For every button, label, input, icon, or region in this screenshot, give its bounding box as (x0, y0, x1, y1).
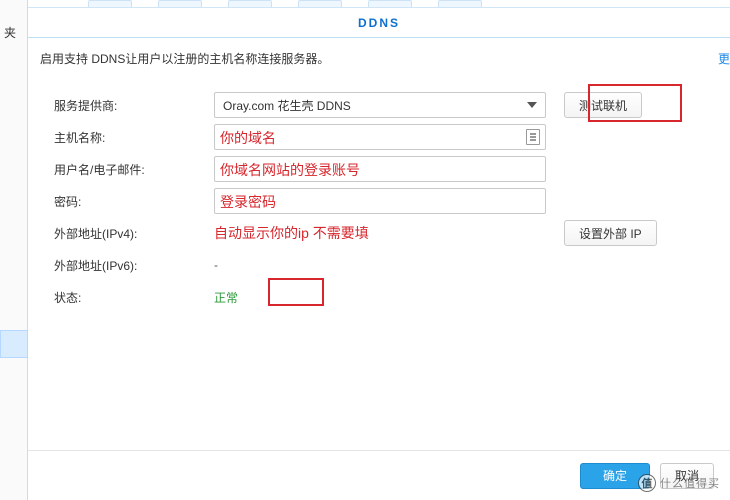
left-edge-fragment: 夹 (4, 24, 16, 41)
tab-stub (298, 0, 342, 7)
more-link[interactable]: 更 (718, 50, 730, 67)
ddns-dialog: 夹 DDNS 启用支持 DDNS让用户以注册的主机名称连接服务器。 更 服务提供… (0, 0, 730, 500)
row-hostname: 主机名称: 你的域名 (54, 122, 714, 152)
left-edge-selection (0, 330, 28, 358)
status-value: 正常 (214, 291, 238, 305)
set-external-ip-button[interactable]: 设置外部 IP (564, 220, 657, 246)
row-password: 密码: 登录密码 (54, 186, 714, 216)
user-label: 用户名/电子邮件: (54, 161, 214, 178)
keyboard-icon (526, 129, 540, 145)
row-status: 状态: 正常 (54, 282, 714, 312)
ok-button[interactable]: 确定 (580, 463, 650, 489)
ipv6-value: - (214, 258, 218, 272)
tab-stub (158, 0, 202, 7)
hostname-input[interactable] (214, 124, 546, 150)
row-ipv4: 外部地址(IPv4): 自动显示你的ip 不需要填 设置外部 IP (54, 218, 714, 248)
row-user: 用户名/电子邮件: 你域名网站的登录账号 (54, 154, 714, 184)
tab-stub (228, 0, 272, 7)
chevron-down-icon (527, 102, 537, 108)
left-edge-panel: 夹 (0, 0, 28, 500)
cancel-button[interactable]: 取消 (660, 463, 714, 489)
password-input[interactable] (214, 188, 546, 214)
status-label: 状态: (54, 289, 214, 306)
password-label: 密码: (54, 193, 214, 210)
provider-select[interactable]: Oray.com 花生壳 DDNS (214, 92, 546, 118)
ipv4-label: 外部地址(IPv4): (54, 225, 214, 242)
row-ipv6: 外部地址(IPv6): - (54, 250, 714, 280)
tab-stub (438, 0, 482, 7)
provider-label: 服务提供商: (54, 97, 214, 114)
dialog-header: DDNS (28, 8, 730, 38)
tab-strip (28, 0, 730, 8)
dialog-footer: 确定 取消 (28, 450, 730, 500)
row-provider: 服务提供商: Oray.com 花生壳 DDNS 测试联机 (54, 90, 714, 120)
dialog-title: DDNS (358, 16, 400, 30)
hostname-label: 主机名称: (54, 129, 214, 146)
ipv6-label: 外部地址(IPv6): (54, 257, 214, 274)
tab-stub (88, 0, 132, 7)
dialog-description: 启用支持 DDNS让用户以注册的主机名称连接服务器。 (40, 50, 329, 67)
ddns-form: 服务提供商: Oray.com 花生壳 DDNS 测试联机 主机名称: 你的域名… (54, 90, 714, 314)
test-connection-button[interactable]: 测试联机 (564, 92, 642, 118)
ipv4-annotation: 自动显示你的ip 不需要填 (214, 225, 369, 241)
provider-value: Oray.com 花生壳 DDNS (223, 97, 351, 114)
tab-stub (368, 0, 412, 7)
user-input[interactable] (214, 156, 546, 182)
